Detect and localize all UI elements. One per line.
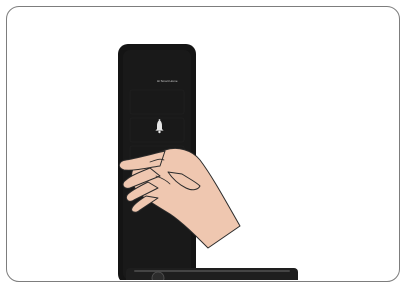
door-handle	[126, 268, 298, 280]
door-lock-illustration	[118, 44, 298, 280]
lock-display-text: Hi Smart Home	[157, 79, 178, 83]
